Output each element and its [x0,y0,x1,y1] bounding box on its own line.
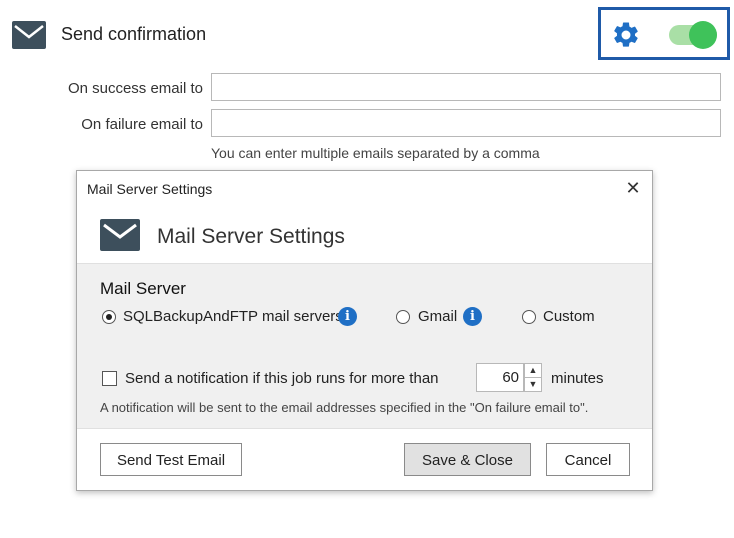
section-title: Send confirmation [61,24,207,44]
send-test-email-button[interactable]: Send Test Email [100,443,242,476]
radio-label-sqlbackupandftp[interactable]: SQLBackupAndFTP mail servers [123,308,343,325]
info-icon[interactable]: i [463,307,482,326]
stepper-up-icon[interactable]: ▲ [525,364,541,378]
success-email-label: On success email to [67,80,203,97]
stepper-down-icon[interactable]: ▼ [525,378,541,391]
radio-custom[interactable] [522,310,536,324]
dialog-window-title: Mail Server Settings [87,181,213,197]
mail-server-settings-dialog: Mail Server Settings ✕ Mail Server Setti… [76,170,653,491]
notify-checkbox[interactable] [102,371,117,386]
settings-toggle-group [598,7,730,60]
radio-gmail[interactable] [396,310,410,324]
gear-icon[interactable] [611,20,641,50]
cancel-button[interactable]: Cancel [546,443,630,476]
minutes-stepper: ▲ ▼ [524,363,542,392]
notification-note: A notification will be sent to the email… [100,400,589,415]
success-email-input[interactable] [211,73,721,101]
failure-email-label: On failure email to [81,116,203,133]
info-icon[interactable]: i [338,307,357,326]
close-icon[interactable]: ✕ [622,177,644,199]
dialog-heading: Mail Server Settings [157,225,345,248]
failure-email-input[interactable] [211,109,721,137]
radio-label-gmail[interactable]: Gmail [418,308,457,325]
notify-checkbox-label[interactable]: Send a notification if this job runs for… [125,370,439,387]
mail-server-group-title: Mail Server [100,279,186,298]
radio-sqlbackupandftp[interactable] [102,310,116,324]
minutes-unit-label: minutes [551,370,604,387]
save-close-button[interactable]: Save & Close [404,443,531,476]
envelope-icon [12,21,46,49]
email-hint: You can enter multiple emails separated … [211,145,540,161]
minutes-input[interactable]: 60 [476,363,524,392]
dialog-body: Mail Server SQLBackupAndFTP mail servers… [77,263,652,429]
toggle-knob[interactable] [689,21,717,49]
envelope-icon [100,219,140,251]
radio-label-custom[interactable]: Custom [543,308,595,325]
